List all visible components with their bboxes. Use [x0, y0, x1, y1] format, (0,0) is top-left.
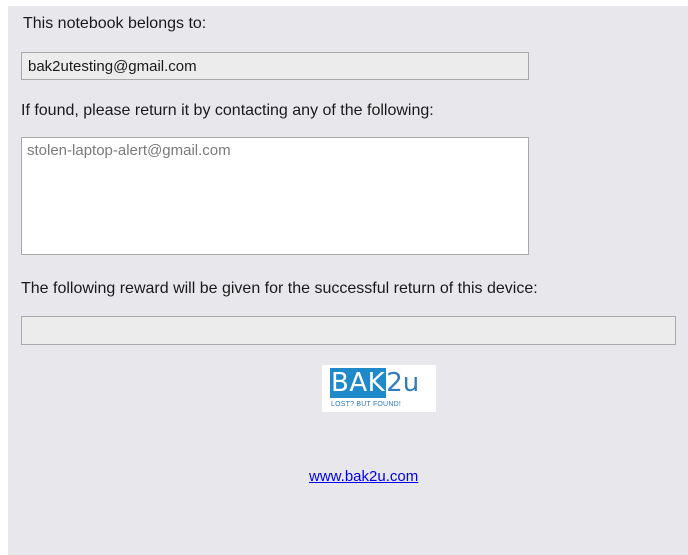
owner-email-field[interactable] [21, 52, 529, 80]
reward-label: The following reward will be given for t… [21, 280, 538, 297]
contacts-label: If found, please return it by contacting… [21, 102, 434, 119]
reward-field[interactable] [21, 316, 676, 345]
contacts-textarea[interactable]: stolen-laptop-alert@gmail.com [21, 137, 529, 255]
owner-label: This notebook belongs to: [23, 15, 207, 32]
logo-tagline: LOST? BUT FOUND! [331, 401, 401, 408]
logo-2u-text: 2u [386, 368, 420, 398]
logo-wordmark: BAK2u [330, 367, 419, 399]
logo-bak-text: BAK [330, 368, 387, 398]
bak2u-website-link[interactable]: www.bak2u.com [309, 468, 418, 485]
bak2u-logo: BAK2u LOST? BUT FOUND! [322, 365, 436, 412]
